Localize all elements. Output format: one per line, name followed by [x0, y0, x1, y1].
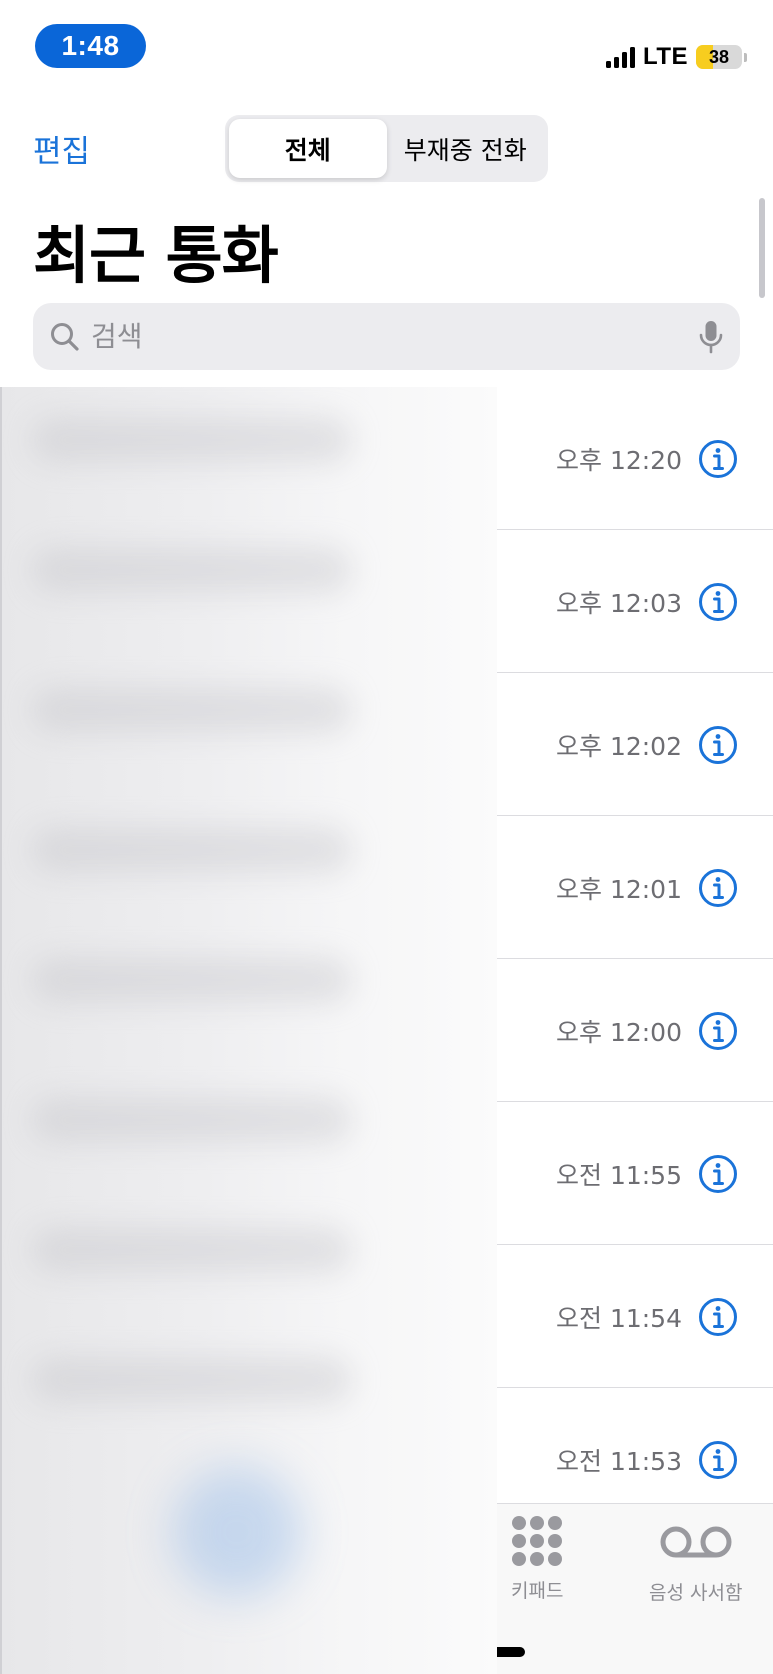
- tab-keypad-label: 키패드: [511, 1580, 564, 1602]
- voicemail-icon: [660, 1526, 732, 1558]
- call-time: 오전 11:54: [556, 1303, 682, 1333]
- network-type: LTE: [642, 43, 688, 70]
- signal-bars-icon: [605, 46, 635, 68]
- info-icon[interactable]: [698, 1440, 738, 1480]
- blurred-caller: [32, 687, 352, 733]
- page-title: 최근 통화: [33, 219, 279, 292]
- info-icon[interactable]: [698, 439, 738, 479]
- search-bar[interactable]: [33, 303, 740, 370]
- home-indicator: [497, 1647, 525, 1657]
- blurred-caller: [32, 957, 352, 1003]
- blurred-tab-highlight: [172, 1467, 302, 1597]
- microphone-icon[interactable]: [698, 319, 724, 355]
- blurred-caller: [32, 1227, 352, 1273]
- info-icon[interactable]: [698, 1297, 738, 1337]
- tab-keypad[interactable]: 키패드: [511, 1516, 563, 1603]
- blurred-caller: [32, 1097, 352, 1143]
- scroll-indicator: [759, 198, 765, 298]
- blurred-caller: [32, 547, 352, 593]
- battery-level: 38: [708, 46, 730, 67]
- info-icon[interactable]: [698, 1154, 738, 1194]
- battery-icon: 38: [696, 45, 742, 69]
- blurred-caller: [32, 1357, 352, 1403]
- call-time: 오전 11:53: [556, 1446, 682, 1476]
- call-time: 오후 12:01: [556, 874, 682, 904]
- edit-button[interactable]: 편집: [33, 126, 90, 171]
- magnifier-icon: [51, 322, 79, 351]
- segment-all[interactable]: 전체: [229, 119, 387, 178]
- status-icons: LTE 38: [605, 42, 747, 72]
- info-icon[interactable]: [698, 582, 738, 622]
- call-time: 오후 12:00: [556, 1017, 682, 1047]
- keypad-grid-icon: [512, 1516, 563, 1566]
- recents-screen: 1:48 LTE 38 편집 전체 부재중 전화 최근 통화 검색 오후 12:…: [0, 0, 773, 1674]
- status-time[interactable]: 1:48: [35, 24, 146, 68]
- blurred-caller: [32, 827, 352, 873]
- tab-voicemail[interactable]: 음성 사서함: [649, 1516, 742, 1605]
- call-time: 오전 11:55: [556, 1160, 682, 1190]
- call-time: 오후 12:02: [556, 731, 682, 761]
- blurred-caller: [32, 417, 352, 463]
- call-time: 오후 12:03: [556, 588, 682, 618]
- search-input[interactable]: [81, 320, 698, 353]
- tab-bar: 키패드 음성 사서함: [497, 1503, 773, 1674]
- segment-missed[interactable]: 부재중 전화: [387, 119, 545, 178]
- privacy-blur-overlay: [0, 387, 497, 1674]
- battery-cap: [744, 52, 747, 62]
- info-icon[interactable]: [698, 868, 738, 908]
- tab-voicemail-label: 음성 사서함: [649, 1582, 743, 1604]
- call-time: 오후 12:20: [556, 445, 682, 475]
- recents-filter-segmented-control: 전체 부재중 전화: [225, 115, 548, 182]
- info-icon[interactable]: [698, 1011, 738, 1051]
- info-icon[interactable]: [698, 725, 738, 765]
